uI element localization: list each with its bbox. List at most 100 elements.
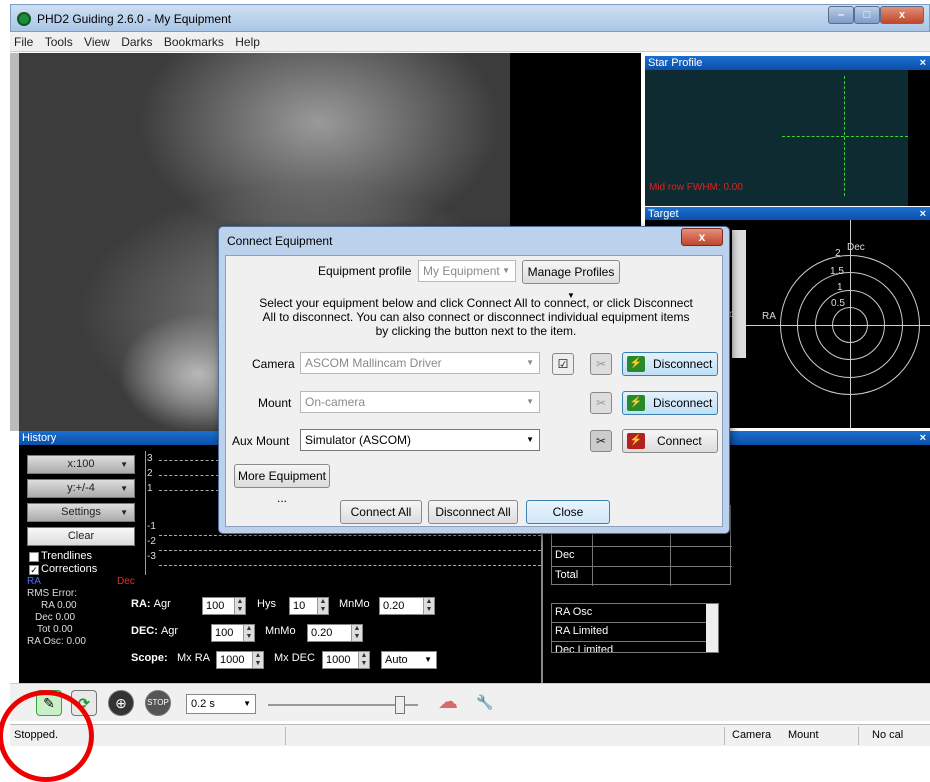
ra-legend: RA	[27, 576, 41, 587]
history-close-icon[interactable]: ×	[920, 431, 926, 445]
more-equipment-button[interactable]: More Equipment ...	[234, 464, 330, 505]
plug-icon: ⚡	[627, 433, 645, 449]
aux-mount-label: Aux Mount	[232, 434, 290, 448]
aux-mount-setup-icon[interactable]: ✂	[590, 430, 612, 452]
spin-arrows-icon[interactable]: ▲ ▼	[351, 625, 362, 641]
clear-button[interactable]: Clear	[27, 527, 135, 546]
mount-disconnect-button[interactable]: ⚡ Disconnect	[622, 391, 718, 415]
chevron-down-icon: ▼	[526, 358, 534, 367]
star-profile-title: Star Profile	[648, 57, 703, 69]
ra-agr-value: 100	[206, 600, 225, 612]
star-profile-close-icon[interactable]: ×	[920, 56, 926, 70]
aux-mount-connect-button[interactable]: ⚡ Connect	[622, 429, 718, 453]
disconnect-all-button[interactable]: Disconnect All	[428, 500, 518, 524]
mount-label: Mount	[258, 396, 292, 410]
guide-mode-dropdown[interactable]: Auto ▼	[381, 651, 437, 669]
mx-dec-spinner[interactable]: 1000 ▲ ▼	[322, 651, 370, 669]
history-title: History	[22, 432, 57, 444]
guide-settings-icon[interactable]: 🔧	[472, 690, 498, 716]
mx-dec-label: Mx DEC	[274, 652, 315, 664]
chevron-down-icon: ▼	[502, 266, 510, 275]
menu-bookmarks[interactable]: Bookmarks	[160, 32, 228, 52]
dialog-close-icon[interactable]: x	[681, 228, 723, 246]
osc-ra-label: RA Osc	[555, 606, 593, 618]
spin-arrows-icon[interactable]: ▲ ▼	[243, 625, 254, 641]
y-scale-dropdown[interactable]: y:+/-4 ▼	[27, 479, 135, 498]
x-scale-value: x:100	[67, 458, 95, 470]
x-scale-dropdown[interactable]: x:100 ▼	[27, 455, 135, 474]
gridline	[159, 460, 219, 461]
manage-profiles-button[interactable]: Manage Profiles ▼	[522, 260, 620, 300]
exposure-dropdown[interactable]: 0.2 s ▼	[186, 694, 256, 714]
target-ra-label: RA	[762, 311, 776, 322]
brain-icon[interactable]: ☁	[435, 690, 461, 716]
status-cal: No cal	[872, 729, 904, 741]
star-profile-pane: Mid row FWHM: 0.00	[645, 70, 930, 206]
menu-view[interactable]: View	[80, 32, 114, 52]
camera-disconnect-label: Disconnect	[653, 357, 713, 371]
chevron-down-icon: ▼	[120, 484, 128, 493]
corrections-checkbox[interactable]: ✓	[29, 565, 39, 575]
target-circle-label: cle	[729, 309, 742, 320]
window-close-button[interactable]: x	[880, 6, 924, 24]
dec-mnmo-spinner[interactable]: 0.20 ▲ ▼	[307, 624, 363, 642]
ra-osc-value: RA Osc: 0.00	[27, 636, 86, 647]
spin-arrows-icon[interactable]: ▲ ▼	[252, 652, 263, 668]
status-bar: Stopped. Camera Mount No cal	[10, 724, 930, 746]
aux-mount-dropdown[interactable]: Simulator (ASCOM) ▼	[300, 429, 540, 451]
gridline	[159, 550, 541, 551]
spin-arrows-icon[interactable]: ▲ ▼	[234, 598, 245, 614]
mx-ra-label: Mx RA	[177, 652, 210, 664]
stats-total-label: Total	[555, 569, 579, 581]
stats-row: Total	[552, 566, 732, 586]
menu-help[interactable]: Help	[231, 32, 264, 52]
osc-table: RA Osc RA Limited Dec Limited	[551, 603, 719, 653]
osc-scrollbar[interactable]	[706, 604, 718, 652]
chevron-down-icon: ▼	[526, 435, 534, 444]
rms-tot-value: Tot 0.00	[37, 624, 73, 635]
spin-arrows-icon[interactable]: ▲ ▼	[423, 598, 434, 614]
target-label-2: 2	[835, 248, 841, 259]
osc-dec-limited-label: Dec Limited	[555, 644, 614, 653]
gamma-slider-thumb[interactable]	[395, 696, 405, 714]
dec-agr-spinner[interactable]: 100 ▲ ▼	[211, 624, 255, 642]
gridline	[159, 535, 541, 536]
menu-file[interactable]: File	[10, 32, 37, 52]
settings-dropdown[interactable]: Settings ▼	[27, 503, 135, 522]
menu-bar: File Tools View Darks Bookmarks Help	[10, 32, 930, 52]
maximize-button[interactable]: □	[854, 6, 880, 24]
osc-row: RA Limited	[552, 623, 718, 642]
ra-agr-spinner[interactable]: 100 ▲ ▼	[202, 597, 246, 615]
ra-hys-value: 10	[293, 600, 306, 612]
spin-arrows-icon[interactable]: ▲ ▼	[358, 652, 369, 668]
instructions-text: Select your equipment below and click Co…	[259, 296, 693, 338]
profile-dropdown[interactable]: My Equipment ▼	[418, 260, 516, 282]
plug-icon: ⚡	[627, 395, 645, 411]
spin-arrows-icon[interactable]: ▲ ▼	[317, 598, 328, 614]
osc-row: RA Osc	[552, 604, 718, 623]
trendlines-checkbox[interactable]	[29, 552, 39, 562]
ra-mnmo-value: 0.20	[383, 600, 405, 612]
crosshair-icon[interactable]: ⊕	[108, 690, 134, 716]
menu-darks[interactable]: Darks	[117, 32, 156, 52]
connect-all-button[interactable]: Connect All	[340, 500, 422, 524]
target-header: Target ×	[645, 207, 930, 221]
dialog-title: Connect Equipment	[227, 234, 333, 248]
camera-dropdown[interactable]: ASCOM Mallincam Driver ▼	[300, 352, 540, 374]
mount-setup-icon[interactable]: ✂	[590, 392, 612, 414]
ra-hys-spinner[interactable]: 10 ▲ ▼	[289, 597, 329, 615]
camera-disconnect-button[interactable]: ⚡ Disconnect	[622, 352, 718, 376]
close-button[interactable]: Close	[526, 500, 610, 524]
ra-mnmo-spinner[interactable]: 0.20 ▲ ▼	[379, 597, 435, 615]
stop-icon[interactable]: STOP	[145, 690, 171, 716]
mx-dec-value: 1000	[326, 654, 351, 666]
mx-ra-spinner[interactable]: 1000 ▲ ▼	[216, 651, 264, 669]
mount-dropdown[interactable]: On-camera ▼	[300, 391, 540, 413]
menu-tools[interactable]: Tools	[41, 32, 77, 52]
minimize-button[interactable]: –	[828, 6, 854, 24]
target-title: Target	[648, 208, 679, 220]
camera-setup-icon[interactable]: ✂	[590, 353, 612, 375]
target-close-icon[interactable]: ×	[920, 207, 926, 221]
camera-properties-icon[interactable]: ☑	[552, 353, 574, 375]
plug-icon: ⚡	[627, 356, 645, 372]
